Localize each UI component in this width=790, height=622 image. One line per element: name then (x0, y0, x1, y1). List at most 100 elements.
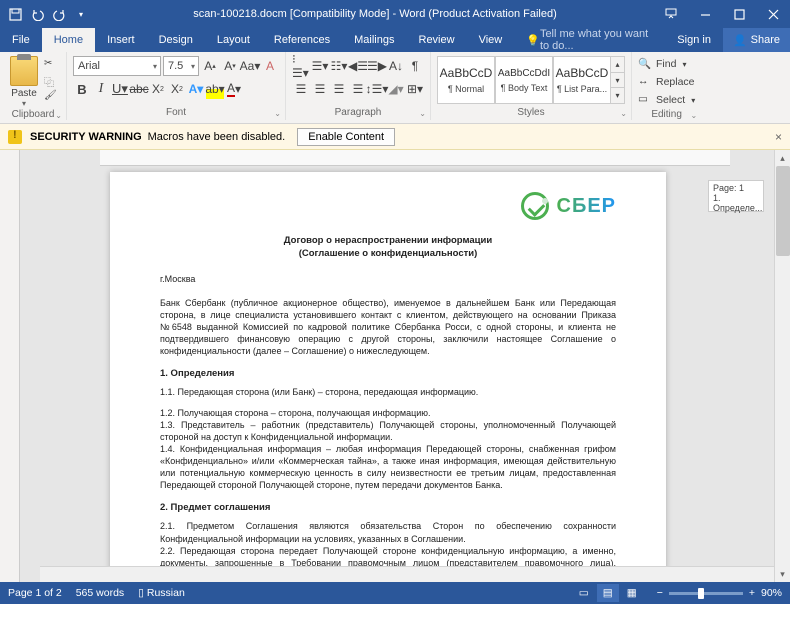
styles-scroll-up-icon[interactable]: ▴ (611, 57, 624, 73)
justify-icon[interactable]: ☰ (349, 79, 367, 99)
vertical-ruler[interactable] (0, 150, 20, 582)
align-left-icon[interactable]: ☰ (292, 79, 310, 99)
redo-icon[interactable] (50, 5, 68, 23)
underline-button[interactable]: U▾ (111, 79, 129, 99)
cut-icon[interactable]: ✂ (44, 58, 60, 72)
zoom-thumb[interactable] (698, 588, 704, 599)
share-button[interactable]: 👤Share (723, 28, 790, 52)
replace-button[interactable]: ↔ Replace (638, 74, 695, 90)
zoom-in-icon[interactable]: + (749, 587, 755, 599)
borders-icon[interactable]: ⊞▾ (406, 79, 424, 99)
zoom-control: − + 90% (657, 587, 782, 599)
zoom-out-icon[interactable]: − (657, 587, 663, 599)
text-effects-icon[interactable]: A▾ (187, 79, 205, 99)
scroll-up-icon[interactable]: ▴ (775, 150, 790, 166)
def-1-3: 1.3. Представитель – работник (представи… (160, 419, 616, 443)
scroll-down-icon[interactable]: ▾ (775, 566, 790, 582)
sign-in-link[interactable]: Sign in (665, 28, 723, 52)
horizontal-ruler[interactable] (100, 150, 730, 166)
copy-icon[interactable]: ⿻ (44, 74, 60, 88)
style-body-text[interactable]: AaBbCcDdI ¶ Body Text (495, 56, 553, 104)
read-mode-icon[interactable]: ▭ (573, 584, 595, 602)
navigation-thumbnail[interactable]: Page: 1 1. Определе... (708, 180, 764, 212)
shading-icon[interactable]: ◢▾ (387, 79, 405, 99)
intro-paragraph: Банк Сбербанк (публичное акционерное общ… (160, 297, 616, 358)
qat-more-icon[interactable]: ▾ (72, 5, 90, 23)
find-button[interactable]: 🔍 Find▾ (638, 56, 695, 72)
security-close-icon[interactable]: × (775, 130, 782, 144)
decrease-indent-icon[interactable]: ◀☰ (349, 56, 367, 76)
numbering-icon[interactable]: ☰▾ (311, 56, 329, 76)
title-line-2: (Соглашение о конфиденциальности) (160, 248, 616, 261)
vertical-scrollbar[interactable]: ▴ ▾ (774, 150, 790, 582)
format-painter-icon[interactable]: 🖌 (44, 90, 60, 104)
grow-font-icon[interactable]: A▴ (201, 56, 219, 76)
enable-content-button[interactable]: Enable Content (297, 128, 395, 146)
tab-design[interactable]: Design (147, 28, 205, 52)
tab-references[interactable]: References (262, 28, 342, 52)
align-right-icon[interactable]: ☰ (330, 79, 348, 99)
tell-me-placeholder: Tell me what you want to do... (540, 28, 653, 52)
document-scroll-area: СБЕР Договор о нераспространении информа… (20, 150, 790, 582)
style-name: ¶ Normal (448, 84, 484, 94)
paste-button[interactable]: Paste ▾ (6, 54, 42, 108)
select-label: Select (656, 94, 685, 106)
print-layout-icon[interactable]: ▤ (597, 584, 619, 602)
align-center-icon[interactable]: ☰ (311, 79, 329, 99)
paste-icon (10, 56, 38, 86)
zoom-slider[interactable] (669, 592, 743, 595)
style-normal[interactable]: AaBbCcD ¶ Normal (437, 56, 495, 104)
shrink-font-icon[interactable]: A▾ (221, 56, 239, 76)
line-spacing-icon[interactable]: ↕☰▾ (368, 79, 386, 99)
highlight-icon[interactable]: ab▾ (206, 79, 224, 99)
tab-insert[interactable]: Insert (95, 28, 147, 52)
document-page[interactable]: СБЕР Договор о нераспространении информа… (110, 172, 666, 582)
ribbon: Paste ▾ ✂ ⿻ 🖌 Clipboard Arial 7.5 A▴ A▾ … (0, 52, 790, 124)
font-name-selector[interactable]: Arial (73, 56, 161, 76)
undo-icon[interactable] (28, 5, 46, 23)
tab-view[interactable]: View (467, 28, 515, 52)
bold-button[interactable]: B (73, 79, 91, 99)
save-icon[interactable] (6, 5, 24, 23)
title-bar: ▾ scan-100218.docm [Compatibility Mode] … (0, 0, 790, 28)
strikethrough-button[interactable]: abc (130, 79, 148, 99)
tell-me-input[interactable]: 💡 Tell me what you want to do... (514, 28, 665, 52)
minimize-icon[interactable] (688, 0, 722, 28)
tab-file[interactable]: File (0, 28, 42, 52)
maximize-icon[interactable] (722, 0, 756, 28)
style-list-para[interactable]: AaBbCcD ¶ List Para... (553, 56, 611, 104)
tab-layout[interactable]: Layout (205, 28, 262, 52)
window-title: scan-100218.docm [Compatibility Mode] - … (96, 8, 654, 20)
tab-home[interactable]: Home (42, 28, 95, 52)
tab-review[interactable]: Review (407, 28, 467, 52)
font-color-icon[interactable]: A▾ (225, 79, 243, 99)
horizontal-scrollbar[interactable] (40, 566, 774, 582)
ribbon-options-icon[interactable] (654, 0, 688, 28)
bullets-icon[interactable]: ⁝☰▾ (292, 56, 310, 76)
show-marks-icon[interactable]: ¶ (406, 56, 424, 76)
styles-more-icon[interactable]: ▾ (611, 88, 624, 103)
zoom-level[interactable]: 90% (761, 587, 782, 599)
status-page[interactable]: Page 1 of 2 (8, 587, 62, 599)
select-button[interactable]: ▭ Select▾ (638, 92, 695, 108)
document-city: г.Москва (160, 273, 616, 285)
multilevel-icon[interactable]: ☷▾ (330, 56, 348, 76)
styles-group-label: Styles (437, 106, 625, 120)
italic-button[interactable]: I (92, 79, 110, 99)
styles-scroll-down-icon[interactable]: ▾ (611, 73, 624, 89)
font-size-selector[interactable]: 7.5 (163, 56, 199, 76)
clear-formatting-icon[interactable]: A (261, 56, 279, 76)
status-words[interactable]: 565 words (76, 587, 124, 599)
status-language[interactable]: ▯ Russian (138, 587, 185, 599)
subscript-button[interactable]: X2 (149, 79, 167, 99)
find-label: Find (656, 58, 676, 70)
sort-icon[interactable]: A↓ (387, 56, 405, 76)
change-case-icon[interactable]: Aa▾ (241, 56, 259, 76)
superscript-button[interactable]: X2 (168, 79, 186, 99)
tab-mailings[interactable]: Mailings (342, 28, 406, 52)
scroll-thumb[interactable] (776, 166, 790, 256)
close-icon[interactable] (756, 0, 790, 28)
ribbon-group-styles: AaBbCcD ¶ Normal AaBbCcDdI ¶ Body Text A… (431, 52, 632, 120)
web-layout-icon[interactable]: ▦ (621, 584, 643, 602)
increase-indent-icon[interactable]: ☰▶ (368, 56, 386, 76)
